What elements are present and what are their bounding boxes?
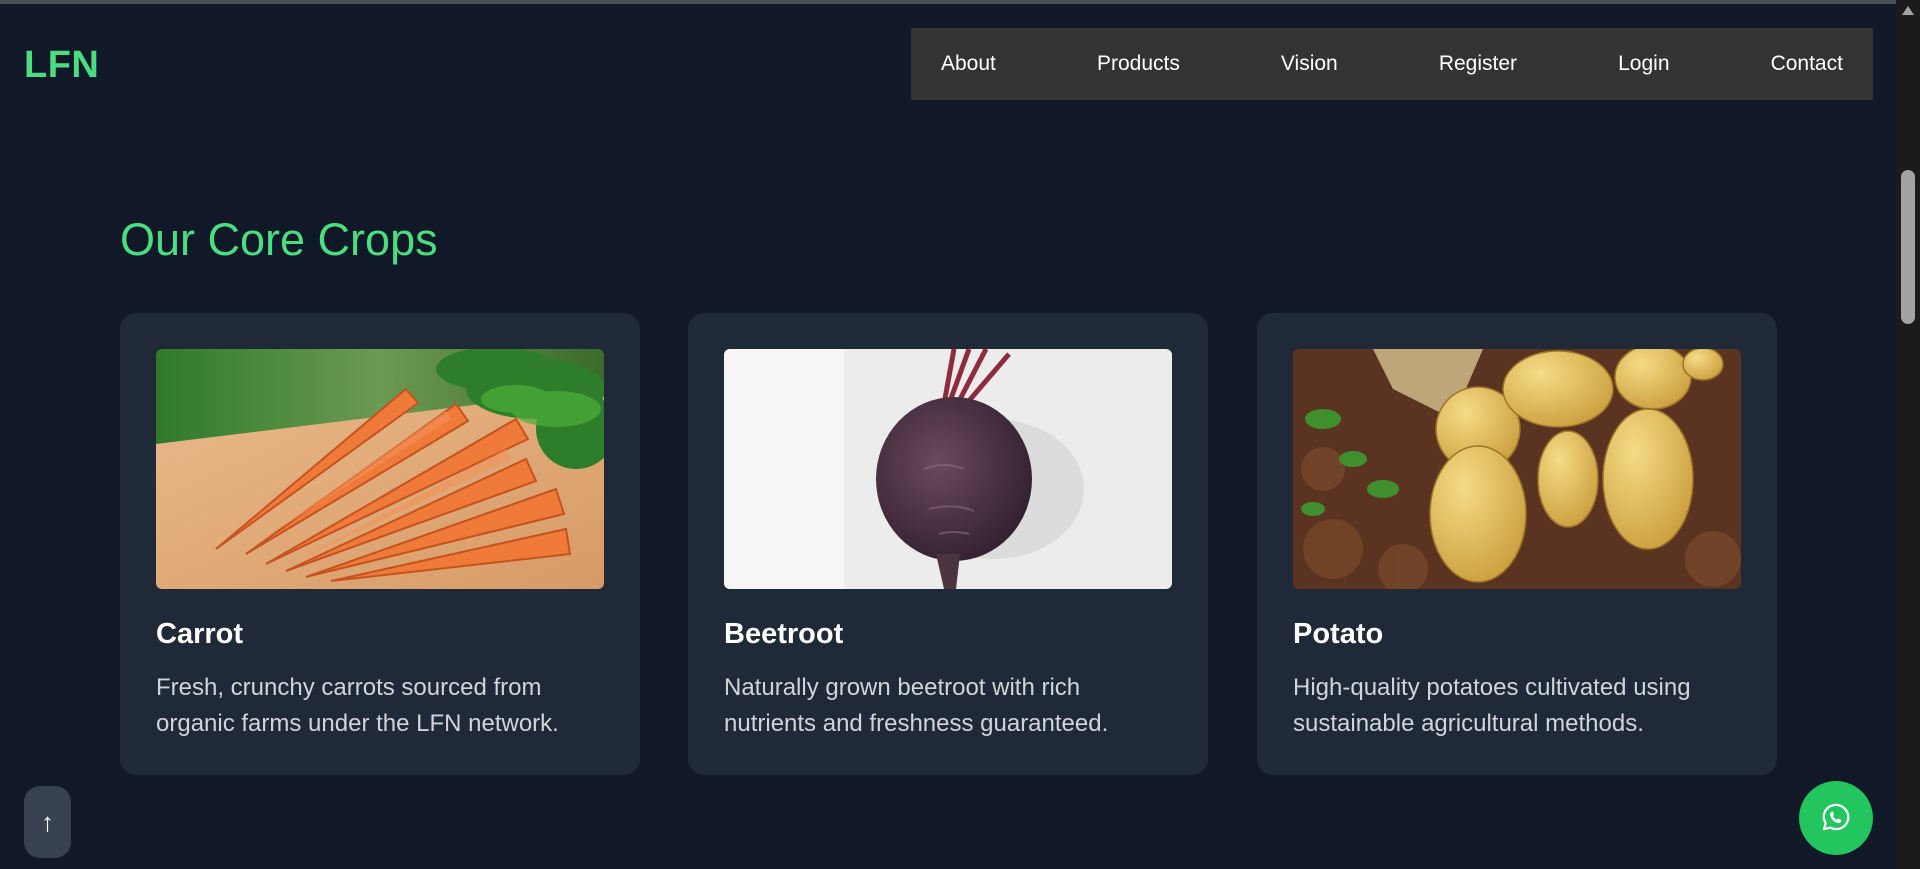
nav-login[interactable]: Login xyxy=(1618,52,1669,76)
nav-vision[interactable]: Vision xyxy=(1281,52,1338,76)
nav-about[interactable]: About xyxy=(941,52,996,76)
crop-description-beetroot: Naturally grown beetroot with rich nutri… xyxy=(724,674,1109,737)
scroll-up-arrow-icon[interactable] xyxy=(1902,6,1914,15)
whatsapp-button[interactable] xyxy=(1799,781,1873,855)
nav-contact[interactable]: Contact xyxy=(1771,52,1843,76)
back-to-top-button[interactable]: ↑ xyxy=(24,786,71,858)
crop-card-beetroot: Beetroot Naturally grown beetroot with r… xyxy=(688,313,1208,775)
carrot-image xyxy=(156,349,604,589)
crop-description-carrot: Fresh, crunchy carrots sourced from orga… xyxy=(156,674,559,737)
crop-card-potato: Potato High-quality potatoes cultivated … xyxy=(1257,313,1777,775)
window-top-border xyxy=(0,0,1920,4)
crop-description-potato: High-quality potatoes cultivated using s… xyxy=(1293,674,1691,737)
section-title: Our Core Crops xyxy=(120,214,438,265)
site-logo[interactable]: LFN xyxy=(24,44,99,87)
crop-title-carrot: Carrot xyxy=(156,618,244,650)
page-scrollbar[interactable] xyxy=(1896,0,1920,869)
main-nav: About Products Vision Register Login Con… xyxy=(911,28,1873,100)
scrollbar-thumb[interactable] xyxy=(1901,170,1915,324)
nav-products[interactable]: Products xyxy=(1097,52,1180,76)
crop-title-beetroot: Beetroot xyxy=(724,618,844,650)
crop-card-carrot: Carrot Fresh, crunchy carrots sourced fr… xyxy=(120,313,640,775)
crop-title-potato: Potato xyxy=(1293,618,1384,650)
beetroot-image xyxy=(724,349,1172,589)
whatsapp-icon xyxy=(1821,802,1851,835)
potato-image xyxy=(1293,349,1741,589)
nav-register[interactable]: Register xyxy=(1439,52,1517,76)
